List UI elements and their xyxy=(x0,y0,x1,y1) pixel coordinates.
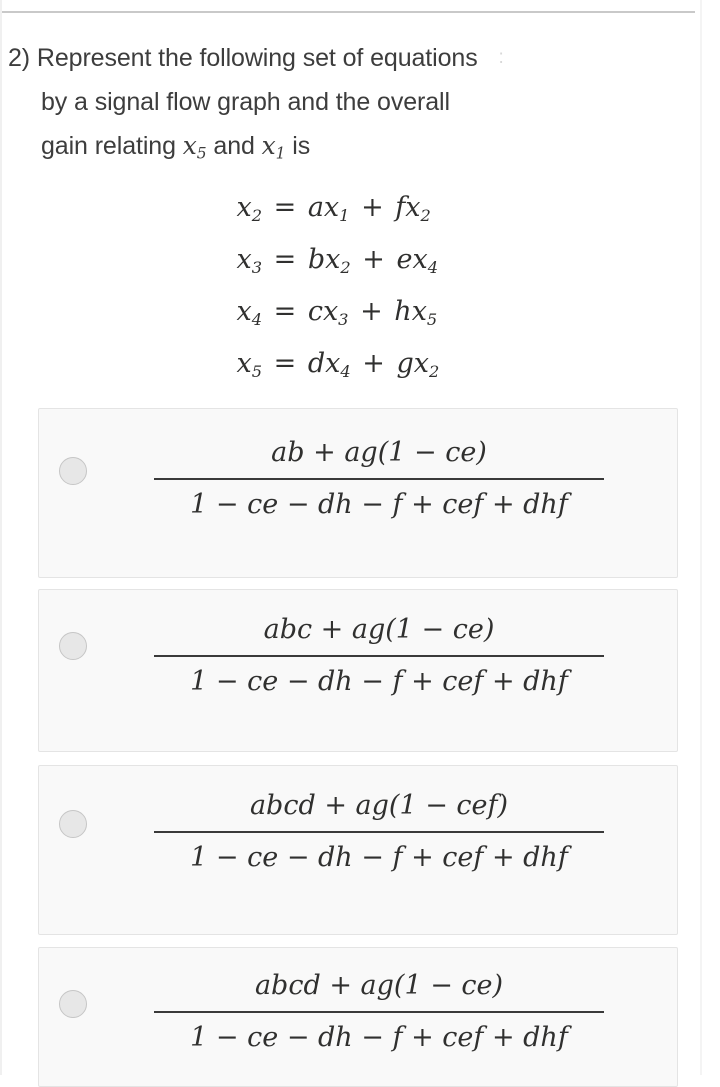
term1-coefficient: a xyxy=(307,192,324,223)
term1-subscript: 1 xyxy=(339,205,350,225)
left-edge-rule xyxy=(0,0,2,1075)
fraction-denominator: 1 − ce − dh − f + cef + dhf xyxy=(190,1022,568,1053)
equation-lhs: x5 xyxy=(208,342,262,394)
answer-option-b[interactable]: abc + ag(1 − ce) 1 − ce − dh − f + cef +… xyxy=(38,589,678,752)
equation-row: x5 = dx4 + gx2 xyxy=(0,342,666,394)
term1-variable: x xyxy=(325,347,341,379)
term2-variable: x xyxy=(411,295,427,327)
fraction-denominator: 1 − ce − dh − f + cef + dhf xyxy=(190,666,568,697)
fraction-bar xyxy=(154,478,604,480)
equation-lhs: x3 xyxy=(208,238,262,290)
term2-coefficient: g xyxy=(396,347,414,379)
plus-sign: + xyxy=(362,347,385,379)
plus-sign: + xyxy=(362,243,385,275)
term2-variable: x xyxy=(412,243,428,275)
equation-lhs-base: x xyxy=(236,347,252,379)
equals-sign: = xyxy=(273,243,297,275)
term1-variable: x xyxy=(322,295,339,327)
equation-row: x4 = cx3 + hx5 xyxy=(0,290,666,342)
equation-lhs: x2 xyxy=(208,186,262,238)
equation-content: x5 = dx4 + gx2 xyxy=(208,342,458,394)
term2-variable: x xyxy=(405,192,421,223)
equation-lhs: x4 xyxy=(208,290,262,342)
equation-lhs-subscript: 4 xyxy=(251,309,262,329)
question-stem-line-1: 2) Represent the following set of equati… xyxy=(8,36,668,80)
right-edge-rule xyxy=(700,0,702,1075)
equation-system: x2 = ax1 + fx2 x3 = bx2 + ex4 x4 = cx3 + xyxy=(0,186,666,393)
term1-subscript: 4 xyxy=(340,361,351,381)
question-variable-x1: x1 xyxy=(261,131,286,163)
equals-sign: = xyxy=(273,295,297,327)
plus-sign: + xyxy=(360,295,383,327)
equation-content: x2 = ax1 + fx2 xyxy=(208,186,458,238)
equation-content: x3 = bx2 + ex4 xyxy=(208,238,458,290)
equation-row: x2 = ax1 + fx2 xyxy=(0,186,666,238)
fraction-bar xyxy=(154,831,604,833)
term1-variable: x xyxy=(325,243,341,275)
top-divider xyxy=(2,11,695,13)
question-stem: 2) Represent the following set of equati… xyxy=(8,36,668,175)
term2-subscript: 5 xyxy=(426,309,438,329)
stem-artifact-glyph: : xyxy=(498,47,504,68)
question-page: 2) Represent the following set of equati… xyxy=(0,0,720,1087)
term2-coefficient: h xyxy=(394,295,412,327)
answer-fraction-c: abcd + ag(1 − cef) 1 − ce − dh − f + cef… xyxy=(109,784,649,881)
term2-subscript: 4 xyxy=(427,257,438,277)
term2-coefficient: e xyxy=(396,243,413,275)
equation-lhs-base: x xyxy=(236,295,252,327)
term1-variable: x xyxy=(323,192,340,223)
term2-coefficient: f xyxy=(395,192,406,223)
equation-content: x4 = cx3 + hx5 xyxy=(208,290,458,342)
question-stem-line-2: by a signal flow graph and the overall xyxy=(8,80,668,124)
fraction-numerator: abcd + ag(1 − cef) xyxy=(249,790,509,821)
term1-subscript: 3 xyxy=(338,309,349,329)
term1-coefficient: c xyxy=(307,295,323,327)
question-stem-text-3-post: is xyxy=(292,132,311,160)
question-stem-text-3-pre: gain relating xyxy=(41,132,176,160)
term1-subscript: 2 xyxy=(340,257,351,277)
fraction-numerator: ab + ag(1 − ce) xyxy=(271,437,487,468)
radio-button-option-d[interactable] xyxy=(59,990,87,1018)
fraction-bar xyxy=(154,655,604,657)
term2-variable: x xyxy=(413,347,429,379)
term2-subscript: 2 xyxy=(420,205,431,225)
radio-button-option-a[interactable] xyxy=(59,457,87,485)
radio-button-option-b[interactable] xyxy=(59,632,87,660)
fraction-numerator: abcd + ag(1 − ce) xyxy=(254,970,504,1001)
equation-lhs-base: x xyxy=(236,243,252,275)
equals-sign: = xyxy=(273,347,297,379)
fraction-denominator: 1 − ce − dh − f + cef + dhf xyxy=(190,842,568,873)
equals-sign: = xyxy=(273,192,297,223)
variable-subscript-x1: 1 xyxy=(275,144,286,163)
term1-coefficient: b xyxy=(307,243,326,275)
answer-option-a[interactable]: ab + ag(1 − ce) 1 − ce − dh − f + cef + … xyxy=(38,408,678,578)
fraction-bar xyxy=(154,1011,604,1013)
term1-coefficient: d xyxy=(307,347,326,379)
variable-subscript-x5: 5 xyxy=(196,144,207,163)
question-stem-text-1: Represent the following set of equations xyxy=(36,44,478,72)
variable-base-x1: x xyxy=(261,131,276,160)
fraction-numerator: abc + ag(1 − ce) xyxy=(263,614,495,645)
equation-row: x3 = bx2 + ex4 xyxy=(0,238,666,290)
fraction-denominator: 1 − ce − dh − f + cef + dhf xyxy=(190,489,568,520)
variable-base-x5: x xyxy=(182,131,197,160)
answer-fraction-a: ab + ag(1 − ce) 1 − ce − dh − f + cef + … xyxy=(109,431,649,528)
question-variable-x5: x5 xyxy=(182,131,207,163)
equation-lhs-subscript: 3 xyxy=(251,257,262,277)
equation-lhs-subscript: 2 xyxy=(251,205,262,225)
answer-fraction-d: abcd + ag(1 − ce) 1 − ce − dh − f + cef … xyxy=(109,964,649,1061)
answer-option-d[interactable]: abcd + ag(1 − ce) 1 − ce − dh − f + cef … xyxy=(38,947,678,1087)
question-stem-line-3: gain relating x5 and x1 is xyxy=(8,124,668,175)
term2-subscript: 2 xyxy=(429,361,440,381)
question-number: 2) xyxy=(8,44,31,72)
question-stem-text-3-mid: and xyxy=(213,132,255,160)
radio-button-option-c[interactable] xyxy=(59,810,87,838)
answer-fraction-b: abc + ag(1 − ce) 1 − ce − dh − f + cef +… xyxy=(109,608,649,705)
question-stem-text-2: by a signal flow graph and the overall xyxy=(41,88,450,116)
plus-sign: + xyxy=(361,192,384,223)
equation-lhs-base: x xyxy=(236,192,252,223)
equation-lhs-subscript: 5 xyxy=(251,361,262,381)
answer-option-c[interactable]: abcd + ag(1 − cef) 1 − ce − dh − f + cef… xyxy=(38,765,678,935)
